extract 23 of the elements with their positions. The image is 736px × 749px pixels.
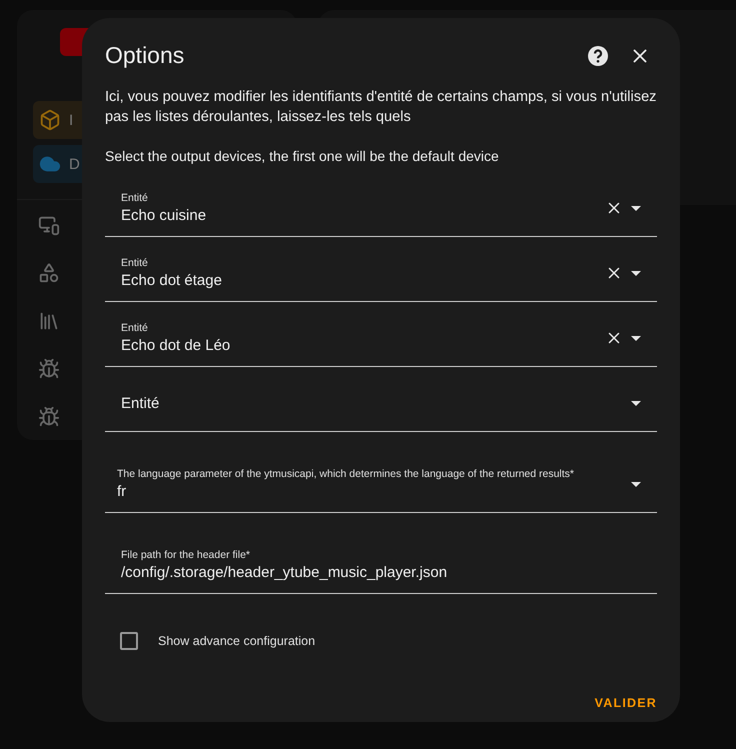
checkbox-label: Show advance configuration [158, 634, 316, 648]
cube-icon [39, 109, 61, 131]
entity-select[interactable]: Entité Echo cuisine [105, 180, 657, 237]
entity-select[interactable]: Entité Echo dot de Léo [105, 310, 657, 367]
bug-icon[interactable] [38, 358, 60, 380]
language-select[interactable]: The language parameter of the ytmusicapi, which determines the language of the returned results* fr [105, 456, 657, 513]
dropdown-caret-icon[interactable] [631, 270, 641, 276]
bug-icon[interactable] [38, 406, 60, 428]
dialog-title: Options [105, 42, 184, 69]
file-path-field[interactable]: File path for the header file* /config/.storage/header_ytube_music_player.json [105, 537, 657, 594]
shapes-icon[interactable] [38, 262, 60, 284]
dropdown-caret-icon[interactable] [631, 400, 641, 406]
help-icon[interactable] [587, 44, 609, 66]
submit-button[interactable]: VALIDER [594, 690, 657, 716]
devices-icon[interactable] [38, 214, 60, 236]
entity-select[interactable]: Entité [105, 375, 657, 432]
dropdown-caret-icon[interactable] [631, 482, 641, 486]
dropdown-caret-icon[interactable] [631, 336, 641, 340]
entity-select[interactable]: Entité Echo dot étage [105, 245, 657, 302]
checkbox[interactable] [120, 632, 138, 650]
dialog-description: Ici, vous pouvez modifier les identifiants d'entité de certains champs, si vous n'utilisez pas les listes déroulantes, laissez-les tels quels [105, 88, 657, 127]
library-icon[interactable] [38, 310, 60, 332]
dialog-subtitle: Select the output devices, the first one will be the default device [105, 148, 500, 164]
